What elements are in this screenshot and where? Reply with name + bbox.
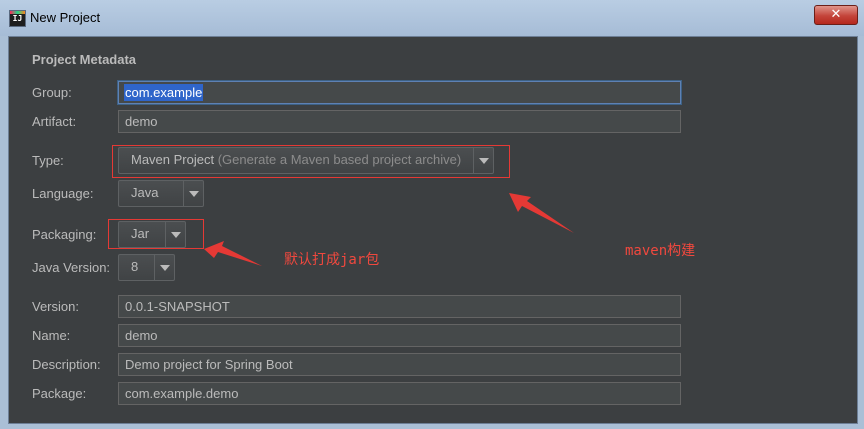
- packaging-arrow-icon: [204, 241, 262, 266]
- new-project-window: IJ New Project ✕ Project Metadata Group:…: [0, 0, 864, 429]
- type-annotation: maven构建: [625, 243, 696, 259]
- annotation-arrows: [204, 193, 574, 266]
- type-arrow-icon: [509, 193, 574, 233]
- packaging-annotation: 默认打成jar包: [284, 252, 380, 268]
